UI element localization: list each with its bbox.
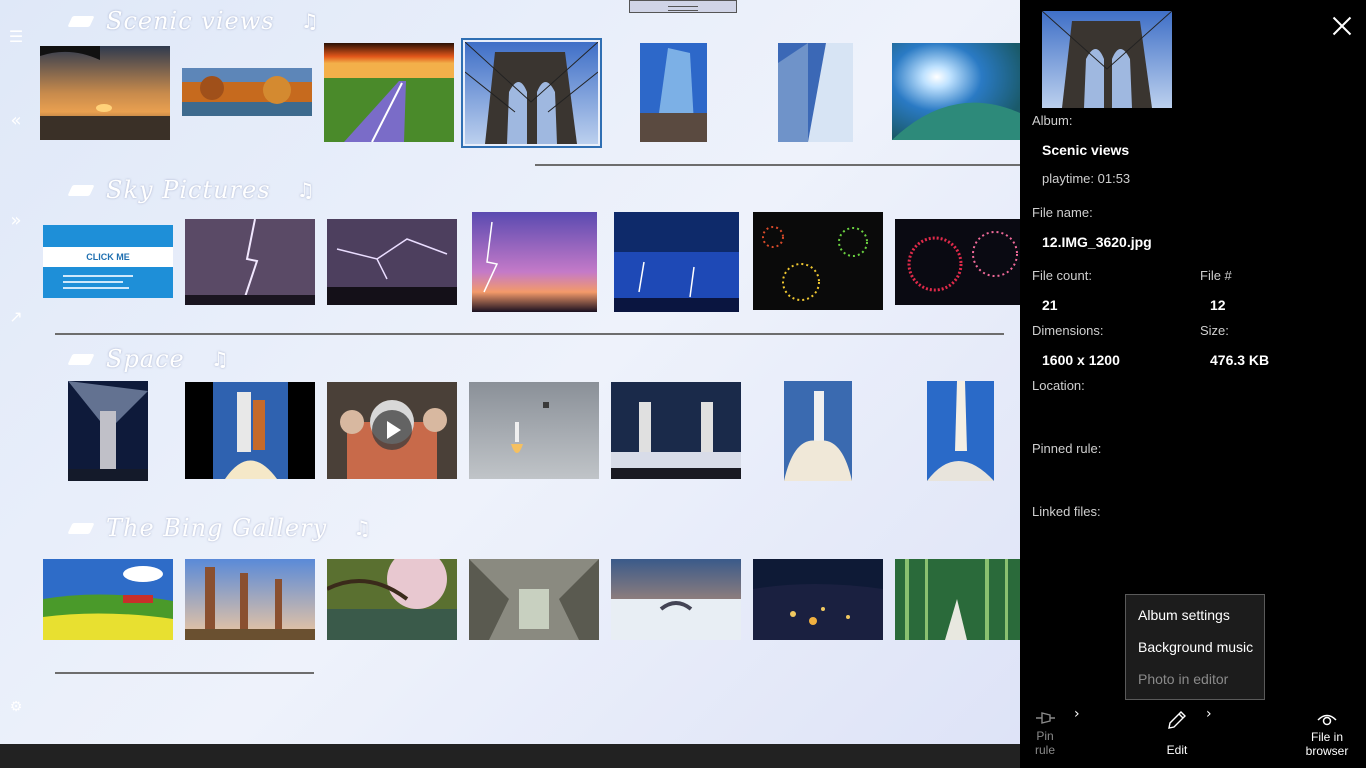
open-arrow-icon[interactable]: ↗ [4,305,28,329]
play-icon[interactable] [372,410,412,450]
album-divider [535,164,1020,166]
pinned-rule-label: Pinned rule: [1032,441,1102,456]
menu-item-album-settings[interactable]: Album settings [1138,607,1230,623]
photo-thumbnail[interactable] [469,382,599,479]
photo-thumbnail[interactable] [753,212,883,310]
file-in-browser-label-2: browser [1305,744,1349,758]
menu-item-photo-in-editor: Photo in editor [1138,671,1229,687]
photo-thumbnail[interactable] [185,559,315,640]
album-header-sky-pictures[interactable]: Sky Pictures ♫ [68,173,315,207]
photo-thumbnail[interactable] [472,212,597,312]
music-icon[interactable]: ♫ [301,9,320,33]
album-gallery[interactable]: ☰ « » ↗ ⚙ Scenic views ♫ Sky Pictures ♫ … [0,0,1020,744]
album-icon [68,182,94,198]
photo-thumbnail[interactable] [469,559,599,640]
photo-thumbnail[interactable] [611,559,741,640]
album-icon [68,520,94,536]
photo-thumbnail[interactable] [753,559,883,640]
album-header-bing-gallery[interactable]: The Bing Gallery ♫ [68,511,372,545]
click-me-banner: CLICK ME [43,247,173,267]
taskbar-strip [0,744,1020,768]
file-number-label: File # [1200,268,1232,283]
file-count-label: File count: [1032,268,1092,283]
pin-rule-label-2: rule [1034,743,1055,757]
edit-button[interactable]: Edit [1157,708,1197,757]
photo-thumbnail[interactable] [611,382,741,479]
album-title: Sky Pictures [106,176,271,204]
album-icon [68,13,94,29]
album-divider [55,672,314,674]
photo-thumbnail[interactable] [895,559,1020,640]
album-value: Scenic views [1042,142,1130,158]
photo-thumbnail[interactable] [185,382,315,479]
photo-thumbnail[interactable] [778,43,853,142]
size-value: 476.3 KB [1210,352,1270,368]
music-icon[interactable]: ♫ [297,178,316,202]
photo-thumbnail[interactable] [68,381,148,481]
size-label: Size: [1200,323,1229,338]
selected-photo-preview [1042,11,1172,108]
settings-icon[interactable]: ⚙ [4,695,28,719]
collapse-icon[interactable]: « [4,109,28,133]
photo-thumbnail[interactable] [43,559,173,640]
pencil-icon [1168,711,1186,729]
eye-icon [1317,714,1337,726]
photo-thumbnail[interactable] [182,68,312,116]
pin-icon [1036,712,1055,724]
photo-thumbnail[interactable] [895,219,1020,305]
file-in-browser-button[interactable]: File in browser [1300,711,1354,758]
dimensions-value: 1600 x 1200 [1042,352,1120,368]
photo-thumbnail[interactable] [784,381,852,481]
album-title: Scenic views [106,7,275,35]
album-title: Space [106,345,185,373]
drag-handle[interactable] [629,0,737,13]
photo-thumbnail[interactable] [927,381,994,481]
photo-thumbnail[interactable] [640,43,707,142]
photo-thumbnail[interactable] [40,46,170,140]
playtime: playtime: 01:53 [1042,171,1131,186]
selected-photo-thumbnail[interactable] [461,38,602,148]
album-icon [68,351,94,367]
music-icon[interactable]: ♫ [211,347,230,371]
video-thumbnail[interactable] [327,382,457,479]
edit-label: Edit [1166,743,1188,757]
album-divider [55,333,1004,335]
dimensions-label: Dimensions: [1032,323,1104,338]
expand-icon[interactable]: » [4,209,28,233]
album-label: Album: [1032,113,1073,128]
location-label: Location: [1032,378,1085,393]
pin-rule-label-1: Pin [1036,729,1054,743]
album-title: The Bing Gallery [106,514,328,542]
pin-rule-button[interactable]: Pin rule [1030,710,1060,757]
photo-thumbnail[interactable] [327,219,457,305]
close-icon[interactable] [1330,14,1354,38]
menu-icon[interactable]: ☰ [4,25,28,49]
photo-thumbnail[interactable]: CLICK ME [43,225,173,298]
album-header-space[interactable]: Space ♫ [68,342,230,376]
file-count-value: 21 [1042,297,1058,313]
photo-thumbnail[interactable] [324,43,454,142]
linked-files-label: Linked files: [1032,504,1101,519]
menu-item-background-music[interactable]: Background music [1138,639,1253,655]
photo-thumbnail[interactable] [327,559,457,640]
photo-thumbnail[interactable] [892,43,1020,140]
file-in-browser-label-1: File in [1310,730,1343,744]
file-name-value: 12.IMG_3620.jpg [1042,234,1152,250]
pin-rule-chevron-icon[interactable]: › [1074,706,1080,722]
file-name-label: File name: [1032,205,1093,220]
edit-chevron-icon[interactable]: › [1206,706,1212,722]
photo-thumbnail[interactable] [185,219,315,305]
music-icon[interactable]: ♫ [353,516,372,540]
album-header-scenic-views[interactable]: Scenic views ♫ [68,4,320,38]
photo-thumbnail[interactable] [614,212,739,312]
file-number-value: 12 [1210,297,1226,313]
edit-context-menu: Album settings Background music Photo in… [1125,594,1265,700]
